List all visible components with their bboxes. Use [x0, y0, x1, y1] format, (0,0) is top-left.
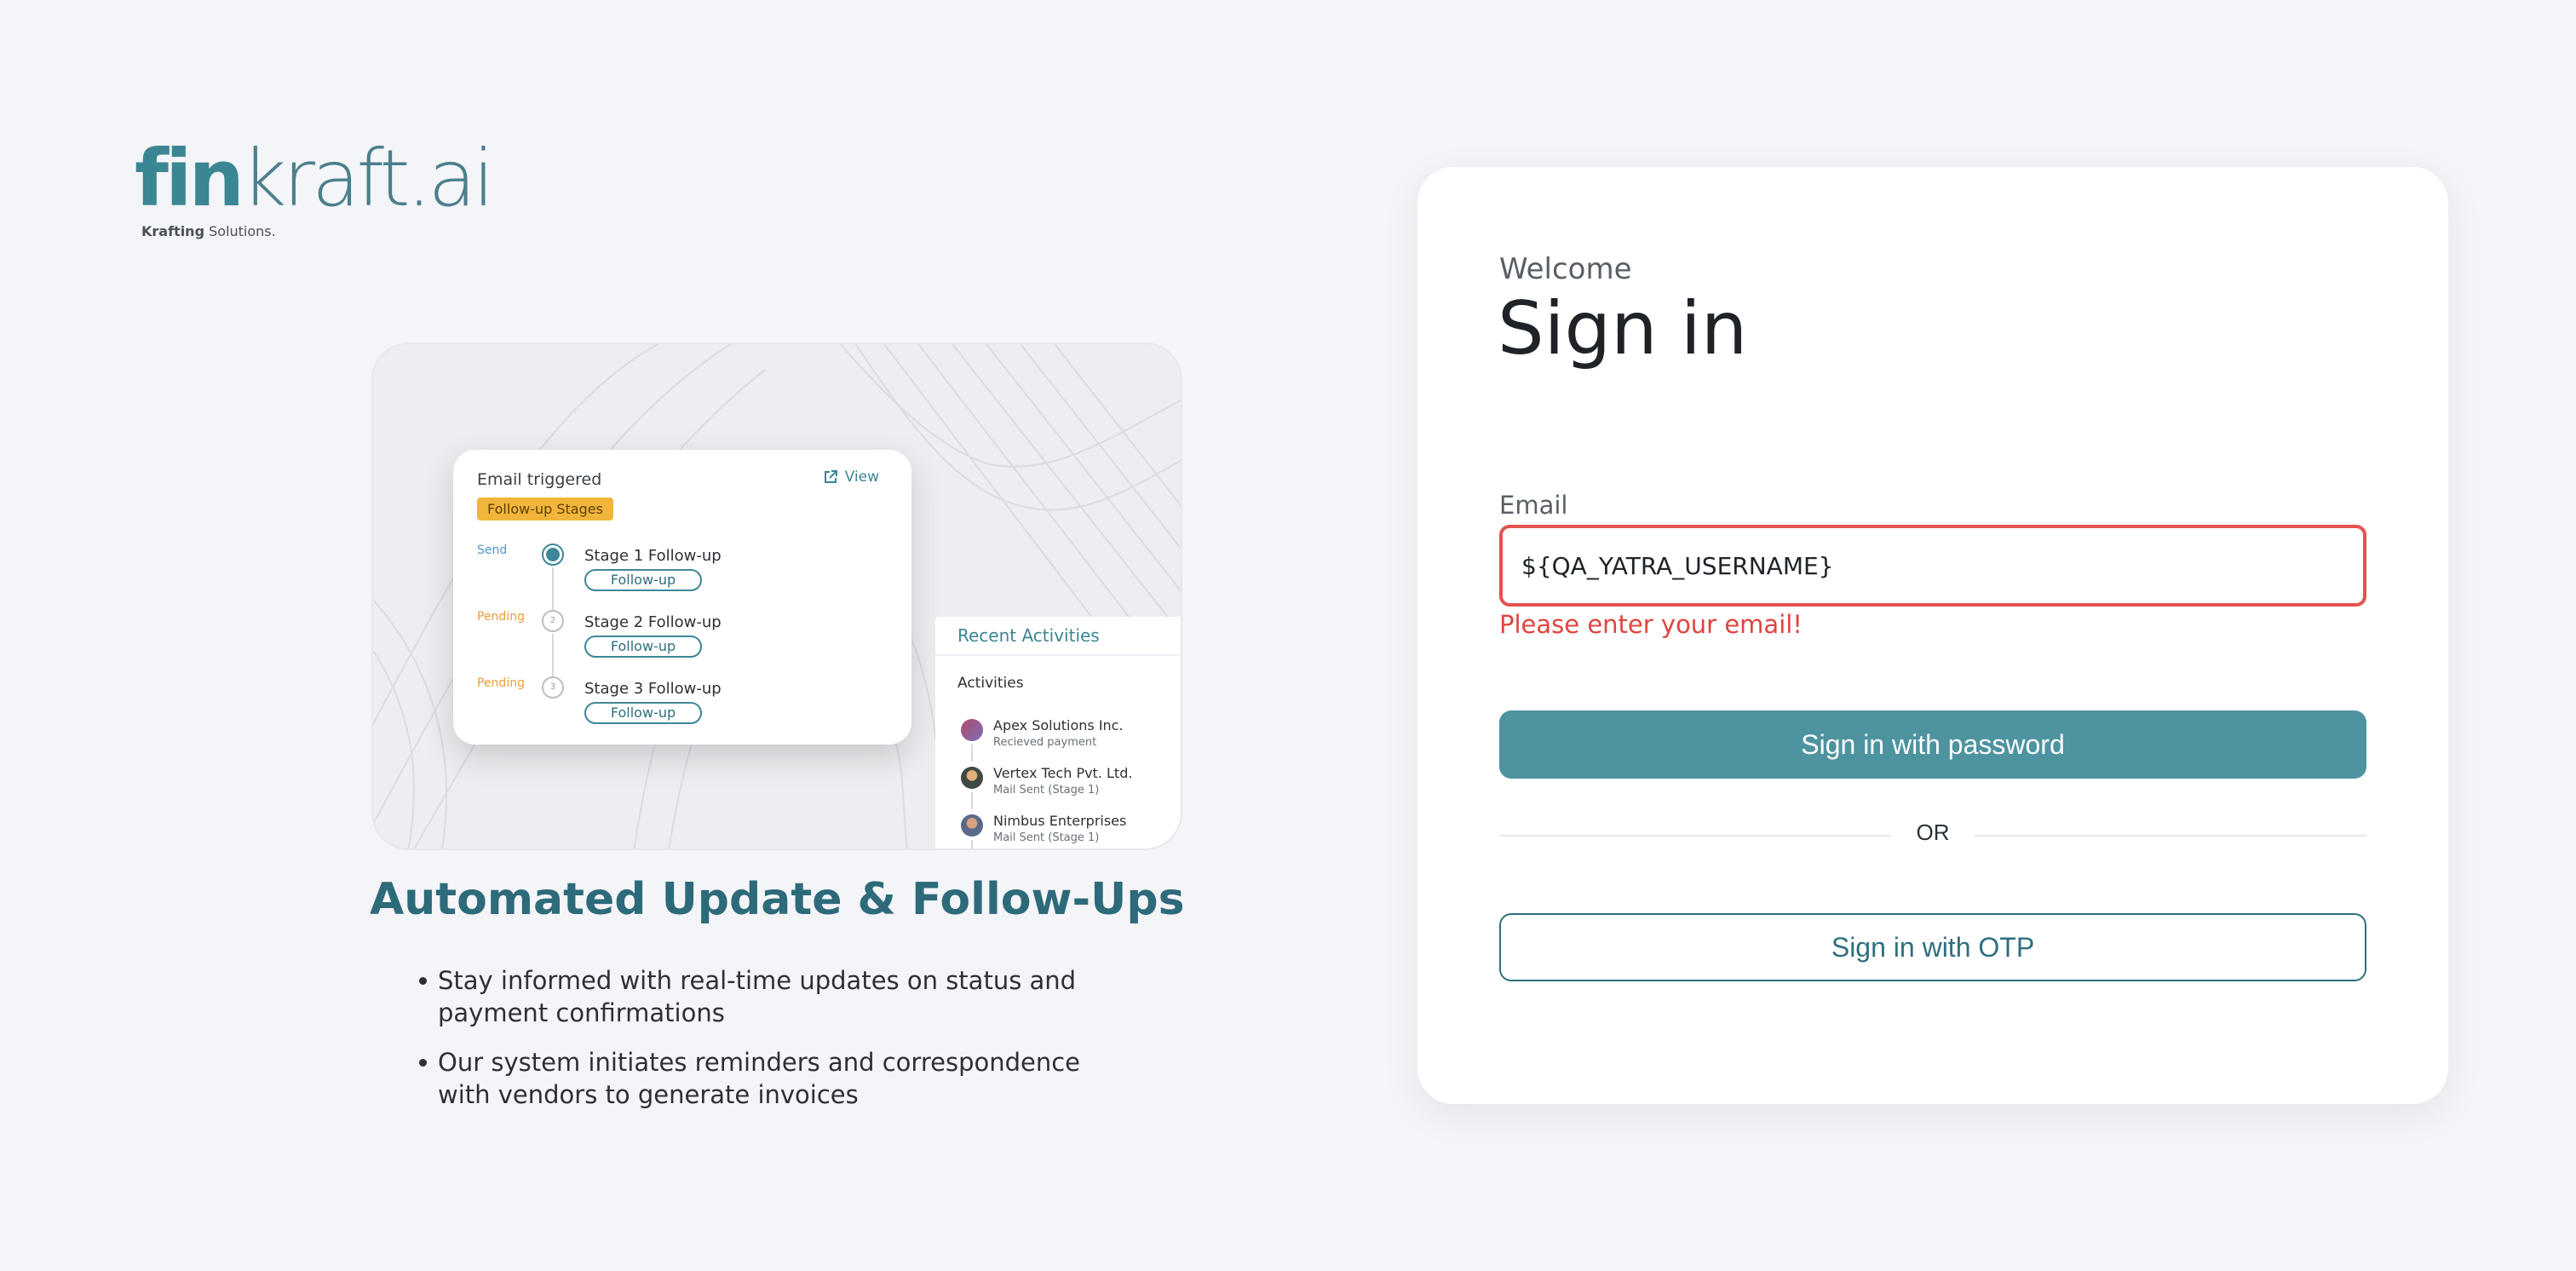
page-title: Sign in	[1498, 286, 1748, 371]
activity-connector	[971, 840, 973, 848]
email-label: Email	[1499, 491, 1568, 520]
tagline-bold: Krafting	[141, 223, 205, 239]
brand-logo: finkraft.ai Krafting Solutions.	[135, 140, 495, 240]
activity-name: Nimbus Enterprises	[993, 813, 1127, 829]
stage-dot: 3	[542, 676, 564, 699]
avatar	[961, 719, 983, 741]
activity-connector	[971, 745, 973, 762]
welcome-text: Welcome	[1499, 252, 1632, 286]
activity-name: Apex Solutions Inc.	[993, 717, 1124, 733]
avatar	[961, 767, 983, 789]
follow-up-pill: Follow-up	[584, 702, 702, 724]
stage-label: Stage 2 Follow-up	[584, 613, 722, 631]
email-field[interactable]	[1499, 525, 2366, 607]
email-error-message: Please enter your email!	[1499, 610, 1803, 639]
activity-desc: Recieved payment	[993, 736, 1097, 749]
activity-name: Vertex Tech Pvt. Ltd.	[993, 765, 1133, 781]
stage-connector	[552, 634, 554, 676]
follow-up-stages-badge: Follow-up Stages	[477, 497, 613, 520]
activity-connector	[971, 792, 973, 809]
sign-in-with-password-button[interactable]: Sign in with password	[1499, 710, 2366, 779]
follow-up-pill: Follow-up	[584, 569, 702, 591]
feature-bullet: Stay informed with real-time updates on …	[419, 964, 1101, 1029]
recent-activities-title: Recent Activities	[957, 625, 1100, 646]
stage-status: Send	[477, 543, 508, 557]
feature-bullet: Our system initiates reminders and corre…	[419, 1046, 1101, 1111]
activity-desc: Mail Sent (Stage 1)	[993, 831, 1100, 844]
or-divider: OR	[1499, 818, 2366, 852]
activity-desc: Mail Sent (Stage 1)	[993, 784, 1100, 797]
stage-dot: 2	[542, 610, 564, 632]
logo-kraft: kraft.ai	[241, 133, 495, 224]
view-label: View	[844, 469, 879, 486]
stage-row: Pending 2 Stage 2 Follow-up Follow-up	[453, 610, 911, 676]
divider-line	[1975, 835, 2366, 837]
email-card-title: Email triggered	[477, 470, 602, 489]
stage-label: Stage 3 Follow-up	[584, 680, 722, 698]
stage-dot-active	[542, 543, 564, 566]
activity-item: Vertex Tech Pvt. Ltd. Mail Sent (Stage 1…	[957, 765, 1179, 809]
feature-title: Automated Update & Follow-Ups	[370, 874, 1185, 925]
email-triggered-card: Email triggered View Follow-up Stages Se…	[453, 450, 911, 745]
recent-activities-header: Recent Activities	[935, 617, 1181, 656]
view-link: View	[823, 469, 879, 486]
avatar	[961, 814, 983, 837]
tagline-rest: Solutions.	[204, 223, 276, 239]
stage-row: Send Stage 1 Follow-up Follow-up	[453, 543, 911, 610]
external-link-icon	[824, 470, 837, 483]
signin-card: Welcome Sign in Email Please enter your …	[1417, 167, 2448, 1104]
sign-in-with-otp-button[interactable]: Sign in with OTP	[1499, 913, 2366, 981]
stage-connector	[552, 567, 554, 610]
stage-status: Pending	[477, 676, 525, 690]
stage-label: Stage 1 Follow-up	[584, 547, 722, 565]
recent-activities-card: Recent Activities Activities Apex Soluti…	[935, 617, 1181, 848]
feature-bullets: Stay informed with real-time updates on …	[419, 964, 1101, 1128]
logo-wordmark: finkraft.ai	[135, 140, 495, 218]
or-text: OR	[1916, 820, 1950, 845]
follow-up-pill: Follow-up	[584, 636, 702, 658]
feature-illustration: Email triggered View Follow-up Stages Se…	[371, 342, 1182, 850]
logo-tagline: Krafting Solutions.	[141, 223, 492, 239]
stage-row: Pending 3 Stage 3 Follow-up Follow-up	[453, 676, 911, 728]
stage-status: Pending	[477, 610, 525, 624]
logo-fin: fin	[135, 133, 244, 224]
activity-item: Apex Solutions Inc. Recieved payment	[957, 717, 1179, 762]
activities-subtitle: Activities	[957, 675, 1024, 692]
activity-item: Nimbus Enterprises Mail Sent (Stage 1)	[957, 813, 1179, 848]
